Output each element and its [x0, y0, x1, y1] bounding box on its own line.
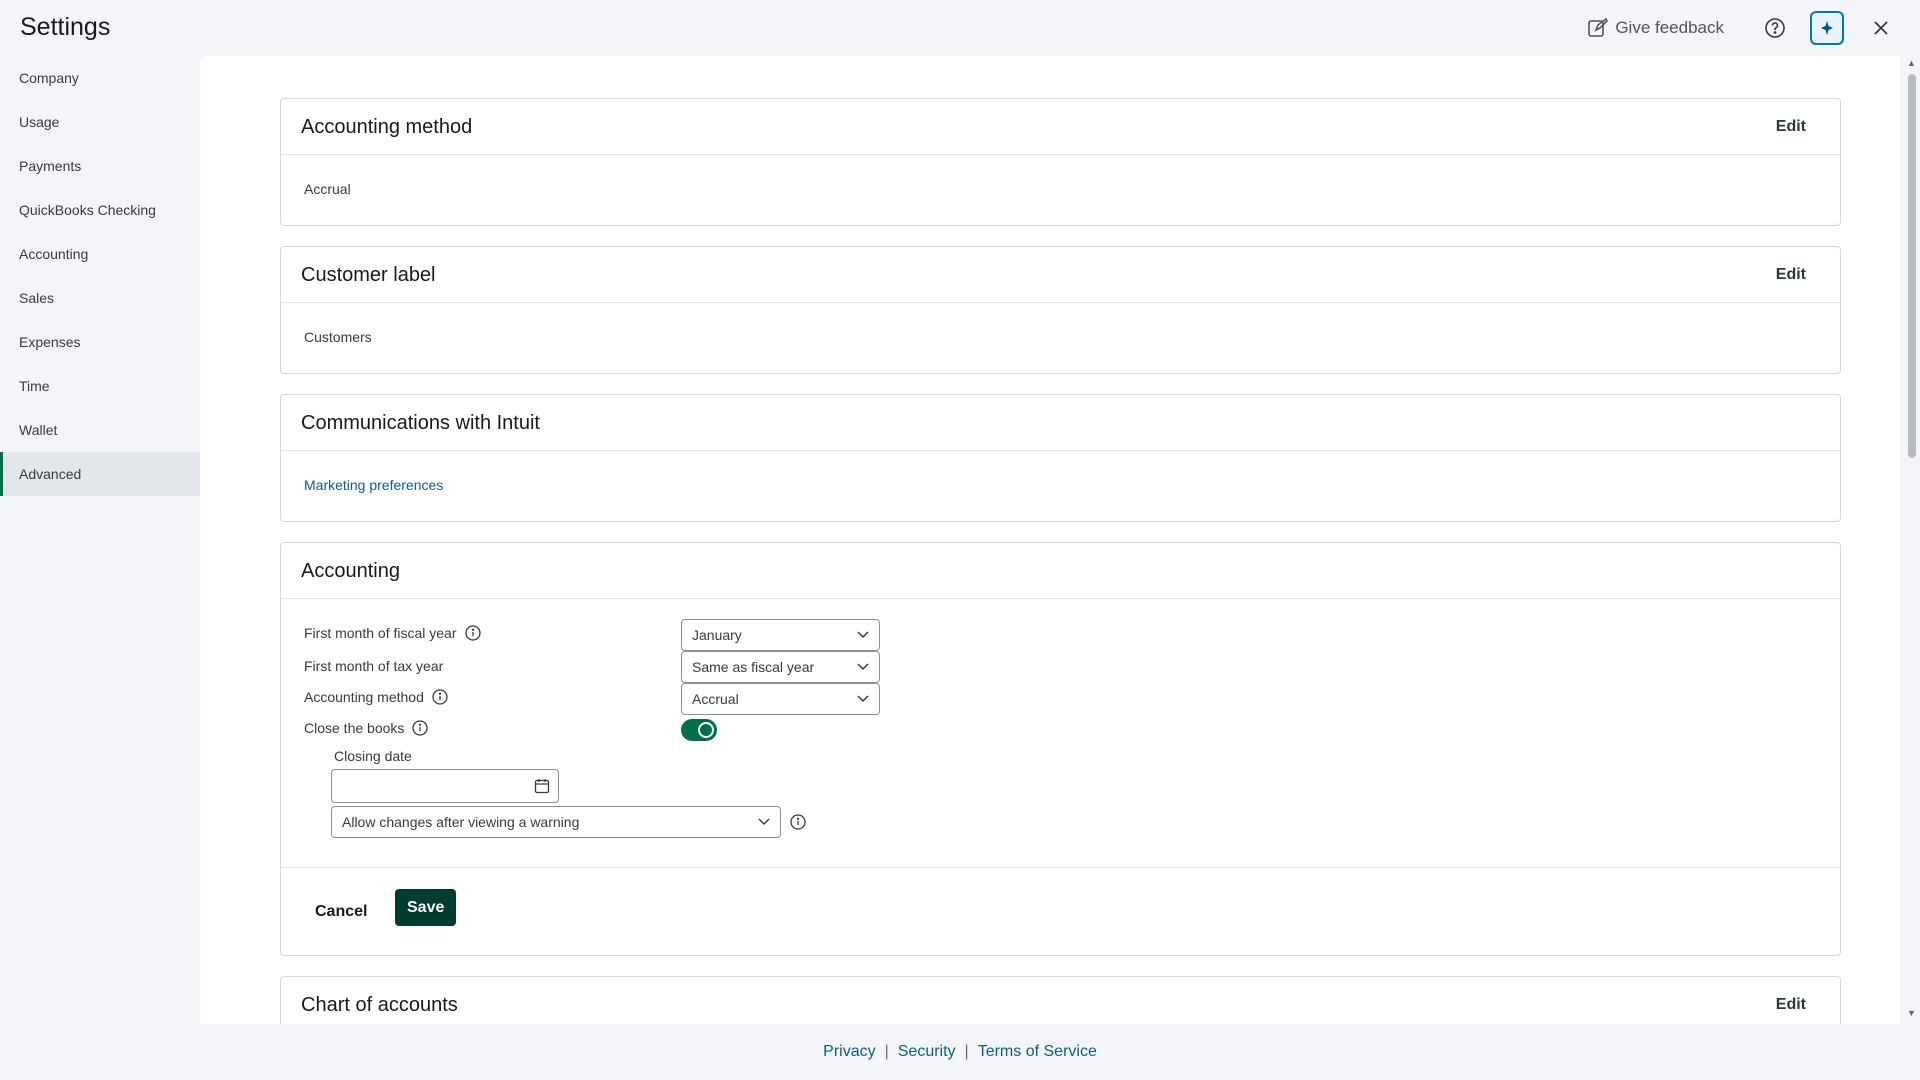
chevron-down-icon — [758, 818, 770, 826]
accounting-method-select-value: Accrual — [692, 691, 739, 707]
close-books-toggle[interactable] — [681, 719, 717, 741]
accounting-method-label: Accounting method — [304, 689, 424, 705]
page-footer: Privacy | Security | Terms of Service — [0, 1024, 1920, 1080]
sidebar-item-payments[interactable]: Payments — [0, 144, 200, 188]
changes-policy-select[interactable]: Allow changes after viewing a warning — [331, 806, 781, 838]
info-icon[interactable] — [432, 689, 448, 705]
sidebar-item-quickbooks-checking[interactable]: QuickBooks Checking — [0, 188, 200, 232]
scroll-thumb[interactable] — [1908, 74, 1916, 458]
closing-date-label: Closing date — [334, 748, 412, 764]
info-icon[interactable] — [464, 625, 481, 641]
sidebar-item-wallet[interactable]: Wallet — [0, 408, 200, 452]
fiscal-year-label: First month of fiscal year — [304, 625, 457, 641]
accounting-card: Accounting First month of fiscal year Ja… — [280, 542, 1841, 956]
card-header: Communications with Intuit — [281, 395, 1840, 451]
card-header: Chart of accounts Edit — [281, 977, 1840, 1024]
tax-year-select[interactable]: Same as fiscal year — [681, 651, 880, 683]
accounting-method-row: Accounting method — [304, 689, 448, 705]
main-scrollbar[interactable]: ▲ ▼ — [1904, 56, 1920, 1024]
card-title: Customer label — [301, 264, 436, 286]
accounting-method-card: Accounting method Edit Accrual — [280, 98, 1841, 226]
close-icon — [1874, 21, 1888, 35]
top-actions: Give feedback — [1587, 11, 1898, 45]
accounting-method-select[interactable]: Accrual — [681, 683, 880, 715]
top-bar: Settings Give feedback — [0, 0, 1920, 56]
sparkle-icon — [1821, 21, 1833, 35]
close-button[interactable] — [1864, 11, 1898, 45]
footer-separator: | — [884, 1043, 889, 1060]
close-books-row: Close the books — [304, 720, 429, 736]
card-header: Customer label Edit — [281, 247, 1840, 303]
calendar-icon[interactable] — [534, 778, 550, 794]
page-title: Settings — [20, 13, 111, 41]
closing-date-row: Closing date — [334, 748, 412, 764]
customer-label-value: Customers — [304, 329, 372, 345]
accounting-method-value: Accrual — [304, 181, 351, 197]
sidebar-item-company[interactable]: Company — [0, 56, 200, 100]
sidebar-item-advanced[interactable]: Advanced — [0, 452, 200, 496]
close-books-label: Close the books — [304, 720, 405, 736]
sidebar-item-sales[interactable]: Sales — [0, 276, 200, 320]
chevron-down-icon — [857, 631, 869, 639]
card-title: Accounting method — [301, 116, 473, 138]
footer-separator: | — [964, 1043, 969, 1060]
settings-sidebar: Company Usage Payments QuickBooks Checki… — [0, 56, 200, 496]
card-body: Marketing preferences — [281, 451, 1840, 493]
privacy-link[interactable]: Privacy — [823, 1043, 875, 1061]
sidebar-item-time[interactable]: Time — [0, 364, 200, 408]
customer-label-card: Customer label Edit Customers — [280, 246, 1841, 374]
chevron-down-icon — [857, 695, 869, 703]
edit-chart-of-accounts-link[interactable]: Edit — [1776, 996, 1806, 1014]
sidebar-item-accounting[interactable]: Accounting — [0, 232, 200, 276]
sidebar-item-usage[interactable]: Usage — [0, 100, 200, 144]
card-header: Accounting — [281, 543, 1840, 599]
card-body: Customers — [281, 303, 1840, 345]
tax-year-value: Same as fiscal year — [692, 659, 815, 675]
card-body: Accrual — [281, 155, 1840, 197]
save-button[interactable]: Save — [395, 889, 457, 926]
info-icon[interactable] — [412, 720, 429, 736]
sidebar-item-expenses[interactable]: Expenses — [0, 320, 200, 364]
edit-customer-label-link[interactable]: Edit — [1776, 266, 1806, 284]
help-button[interactable] — [1758, 11, 1792, 45]
edit-accounting-method-link[interactable]: Edit — [1776, 118, 1806, 136]
info-icon[interactable] — [790, 814, 806, 830]
closing-date-input[interactable] — [331, 769, 559, 803]
fiscal-year-value: January — [692, 627, 742, 643]
changes-policy-value: Allow changes after viewing a warning — [342, 814, 580, 830]
ai-assistant-button[interactable] — [1810, 11, 1844, 45]
cancel-button[interactable]: Cancel — [307, 894, 375, 930]
tax-year-label: First month of tax year — [304, 658, 444, 674]
settings-main-panel: Accounting method Edit Accrual Customer … — [200, 56, 1900, 1024]
card-header: Accounting method Edit — [281, 99, 1840, 155]
chevron-down-icon — [857, 663, 869, 671]
give-feedback-button[interactable]: Give feedback — [1587, 17, 1724, 39]
scroll-down-icon[interactable]: ▼ — [1907, 1008, 1916, 1018]
card-title: Communications with Intuit — [301, 412, 540, 434]
card-title: Accounting — [301, 560, 400, 582]
marketing-preferences-link[interactable]: Marketing preferences — [304, 477, 443, 493]
card-title: Chart of accounts — [301, 994, 458, 1016]
feedback-icon — [1588, 17, 1609, 37]
scroll-up-icon[interactable]: ▲ — [1907, 58, 1916, 68]
card-footer: Cancel Save — [281, 867, 1840, 955]
communications-card: Communications with Intuit Marketing pre… — [280, 394, 1841, 522]
toggle-knob — [698, 722, 714, 738]
give-feedback-label: Give feedback — [1615, 18, 1724, 37]
terms-of-service-link[interactable]: Terms of Service — [978, 1043, 1097, 1061]
fiscal-year-row: First month of fiscal year — [304, 625, 481, 641]
help-icon — [1765, 18, 1785, 38]
fiscal-year-select[interactable]: January — [681, 619, 880, 651]
security-link[interactable]: Security — [898, 1043, 956, 1061]
chart-of-accounts-card: Chart of accounts Edit — [280, 976, 1841, 1024]
tax-year-row: First month of tax year — [304, 658, 443, 674]
